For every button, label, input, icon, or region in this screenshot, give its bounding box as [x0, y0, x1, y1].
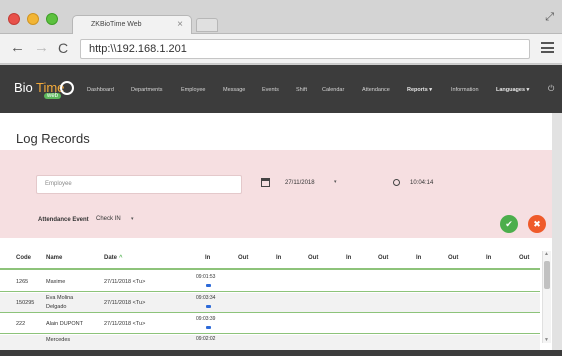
col-date-label: Date — [104, 255, 118, 261]
logo-web-badge: web — [44, 93, 62, 99]
cell-name: Alain DUPONT — [46, 321, 83, 327]
nav-events[interactable]: Events — [262, 87, 279, 93]
cell-date: 27/11/2018 <Tu> — [104, 321, 146, 327]
clock-icon[interactable] — [393, 179, 400, 186]
col-out-1: Out — [238, 255, 249, 261]
cell-name-line2: Delgado — [46, 304, 67, 310]
chevron-down-icon[interactable]: ▾ — [131, 216, 134, 222]
col-date[interactable]: Date ^ — [104, 255, 123, 261]
employee-input[interactable]: Employee — [36, 175, 242, 194]
nav-calendar[interactable]: Calendar — [322, 87, 344, 93]
time-value[interactable]: 10:04:14 — [410, 180, 433, 186]
cell-code: 1265 — [16, 279, 29, 285]
fingerprint-icon — [206, 305, 211, 308]
browser-tab[interactable]: ZKBioTime Web × — [72, 15, 192, 35]
forward-arrow-icon[interactable]: → — [34, 40, 49, 56]
cell-date: 27/11/2018 <Tu> — [104, 300, 146, 306]
col-in-3: In — [346, 255, 352, 261]
table-header: Code Name Date ^ In Out In Out In Out In … — [0, 250, 540, 270]
new-tab-button[interactable] — [196, 18, 218, 32]
table-row[interactable]: 222 Alain DUPONT 27/11/2018 <Tu> 09:03:3… — [0, 314, 540, 334]
nav-employee[interactable]: Employee — [181, 87, 205, 93]
confirm-button[interactable]: ✔ — [500, 215, 518, 233]
col-in-5: In — [486, 255, 492, 261]
cell-code: 222 — [16, 321, 26, 327]
col-out-2: Out — [308, 255, 319, 261]
fingerprint-icon — [206, 326, 211, 329]
col-code[interactable]: Code — [16, 255, 31, 261]
date-picker-value[interactable]: 27/11/2018 — [285, 180, 315, 186]
punch-time[interactable]: 09:01:53 — [196, 274, 215, 280]
employee-placeholder: Employee — [45, 181, 72, 187]
nav-message[interactable]: Message — [223, 87, 245, 93]
attendance-event-label: Attendance Event — [38, 217, 89, 223]
col-in-4: In — [416, 255, 422, 261]
cell-date: 27/11/2018 <Tu> — [104, 279, 146, 285]
calendar-icon[interactable] — [261, 178, 270, 187]
cell-code: 150295 — [16, 300, 35, 306]
close-window-button[interactable] — [8, 13, 20, 25]
chevron-down-icon[interactable]: ▾ — [334, 179, 337, 185]
nav-shift[interactable]: Shift — [296, 87, 307, 93]
punch-time[interactable]: 09:03:34 — [196, 295, 215, 301]
fullscreen-icon[interactable]: ⤢ — [545, 11, 554, 24]
maximize-window-button[interactable] — [46, 13, 58, 25]
browser-toolbar: ← → C http:\\192.168.1.201 — [0, 34, 562, 64]
table-row[interactable]: 1265 Maxime 27/11/2018 <Tu> 09:01:53 — [0, 272, 540, 292]
col-in-2: In — [276, 255, 282, 261]
col-out-5: Out — [519, 255, 530, 261]
sort-asc-icon[interactable]: ^ — [119, 255, 123, 261]
table-scrollbar[interactable]: ▲ ▼ — [542, 251, 551, 343]
cell-name: Maxime — [46, 279, 66, 285]
browser-tab-strip: ZKBioTime Web × ⤢ — [0, 0, 562, 35]
browser-menu-icon[interactable] — [541, 42, 554, 53]
punch-time[interactable]: 09:03:39 — [196, 316, 215, 322]
col-name[interactable]: Name — [46, 255, 62, 261]
logo-bio-text: Bio — [14, 80, 33, 95]
table-row[interactable]: 150295 Eva Molina Delgado 27/11/2018 <Tu… — [0, 293, 540, 313]
nav-attendance[interactable]: Attendance — [362, 87, 390, 93]
address-url: http:\\192.168.1.201 — [89, 43, 187, 55]
back-arrow-icon[interactable]: ← — [10, 40, 25, 56]
tab-title: ZKBioTime Web — [91, 21, 142, 28]
nav-dashboard[interactable]: Dashboard — [87, 87, 114, 93]
table-row[interactable]: Mercedes 09:02:02 — [0, 335, 540, 350]
bottom-bar — [0, 350, 562, 356]
reload-icon[interactable]: C — [58, 40, 68, 56]
cell-name: Eva Molina — [46, 295, 74, 301]
attendance-event-select[interactable]: Check IN — [96, 216, 121, 222]
scroll-down-icon[interactable]: ▼ — [544, 337, 549, 343]
power-icon[interactable]: ⏻ — [548, 84, 554, 94]
cell-name: Mercedes — [46, 337, 71, 343]
tab-close-icon[interactable]: × — [177, 19, 183, 30]
address-bar[interactable]: http:\\192.168.1.201 — [80, 39, 530, 59]
fingerprint-icon — [206, 284, 211, 287]
col-out-3: Out — [378, 255, 389, 261]
nav-reports[interactable]: Reports ▾ — [407, 87, 432, 93]
filter-panel: Employee 27/11/2018 ▾ 10:04:14 Attendanc… — [0, 150, 552, 238]
app-nav-bar: Bio Time web Dashboard Departments Emplo… — [0, 65, 562, 113]
main-content: Log Records Employee 27/11/2018 ▾ 10:04:… — [0, 113, 552, 350]
col-in-1: In — [205, 255, 211, 261]
minimize-window-button[interactable] — [27, 13, 39, 25]
cancel-button[interactable]: ✖ — [528, 215, 546, 233]
punch-time[interactable]: 09:02:02 — [196, 336, 215, 342]
nav-departments[interactable]: Departments — [131, 87, 163, 93]
page-title: Log Records — [16, 131, 90, 146]
logo-clock-icon — [60, 81, 74, 95]
nav-information[interactable]: Information — [451, 87, 479, 93]
col-out-4: Out — [448, 255, 459, 261]
nav-languages[interactable]: Languages ▾ — [496, 87, 529, 93]
scrollbar-thumb[interactable] — [544, 261, 550, 289]
scroll-up-icon[interactable]: ▲ — [544, 251, 549, 257]
page-scroll-gutter — [552, 113, 562, 350]
